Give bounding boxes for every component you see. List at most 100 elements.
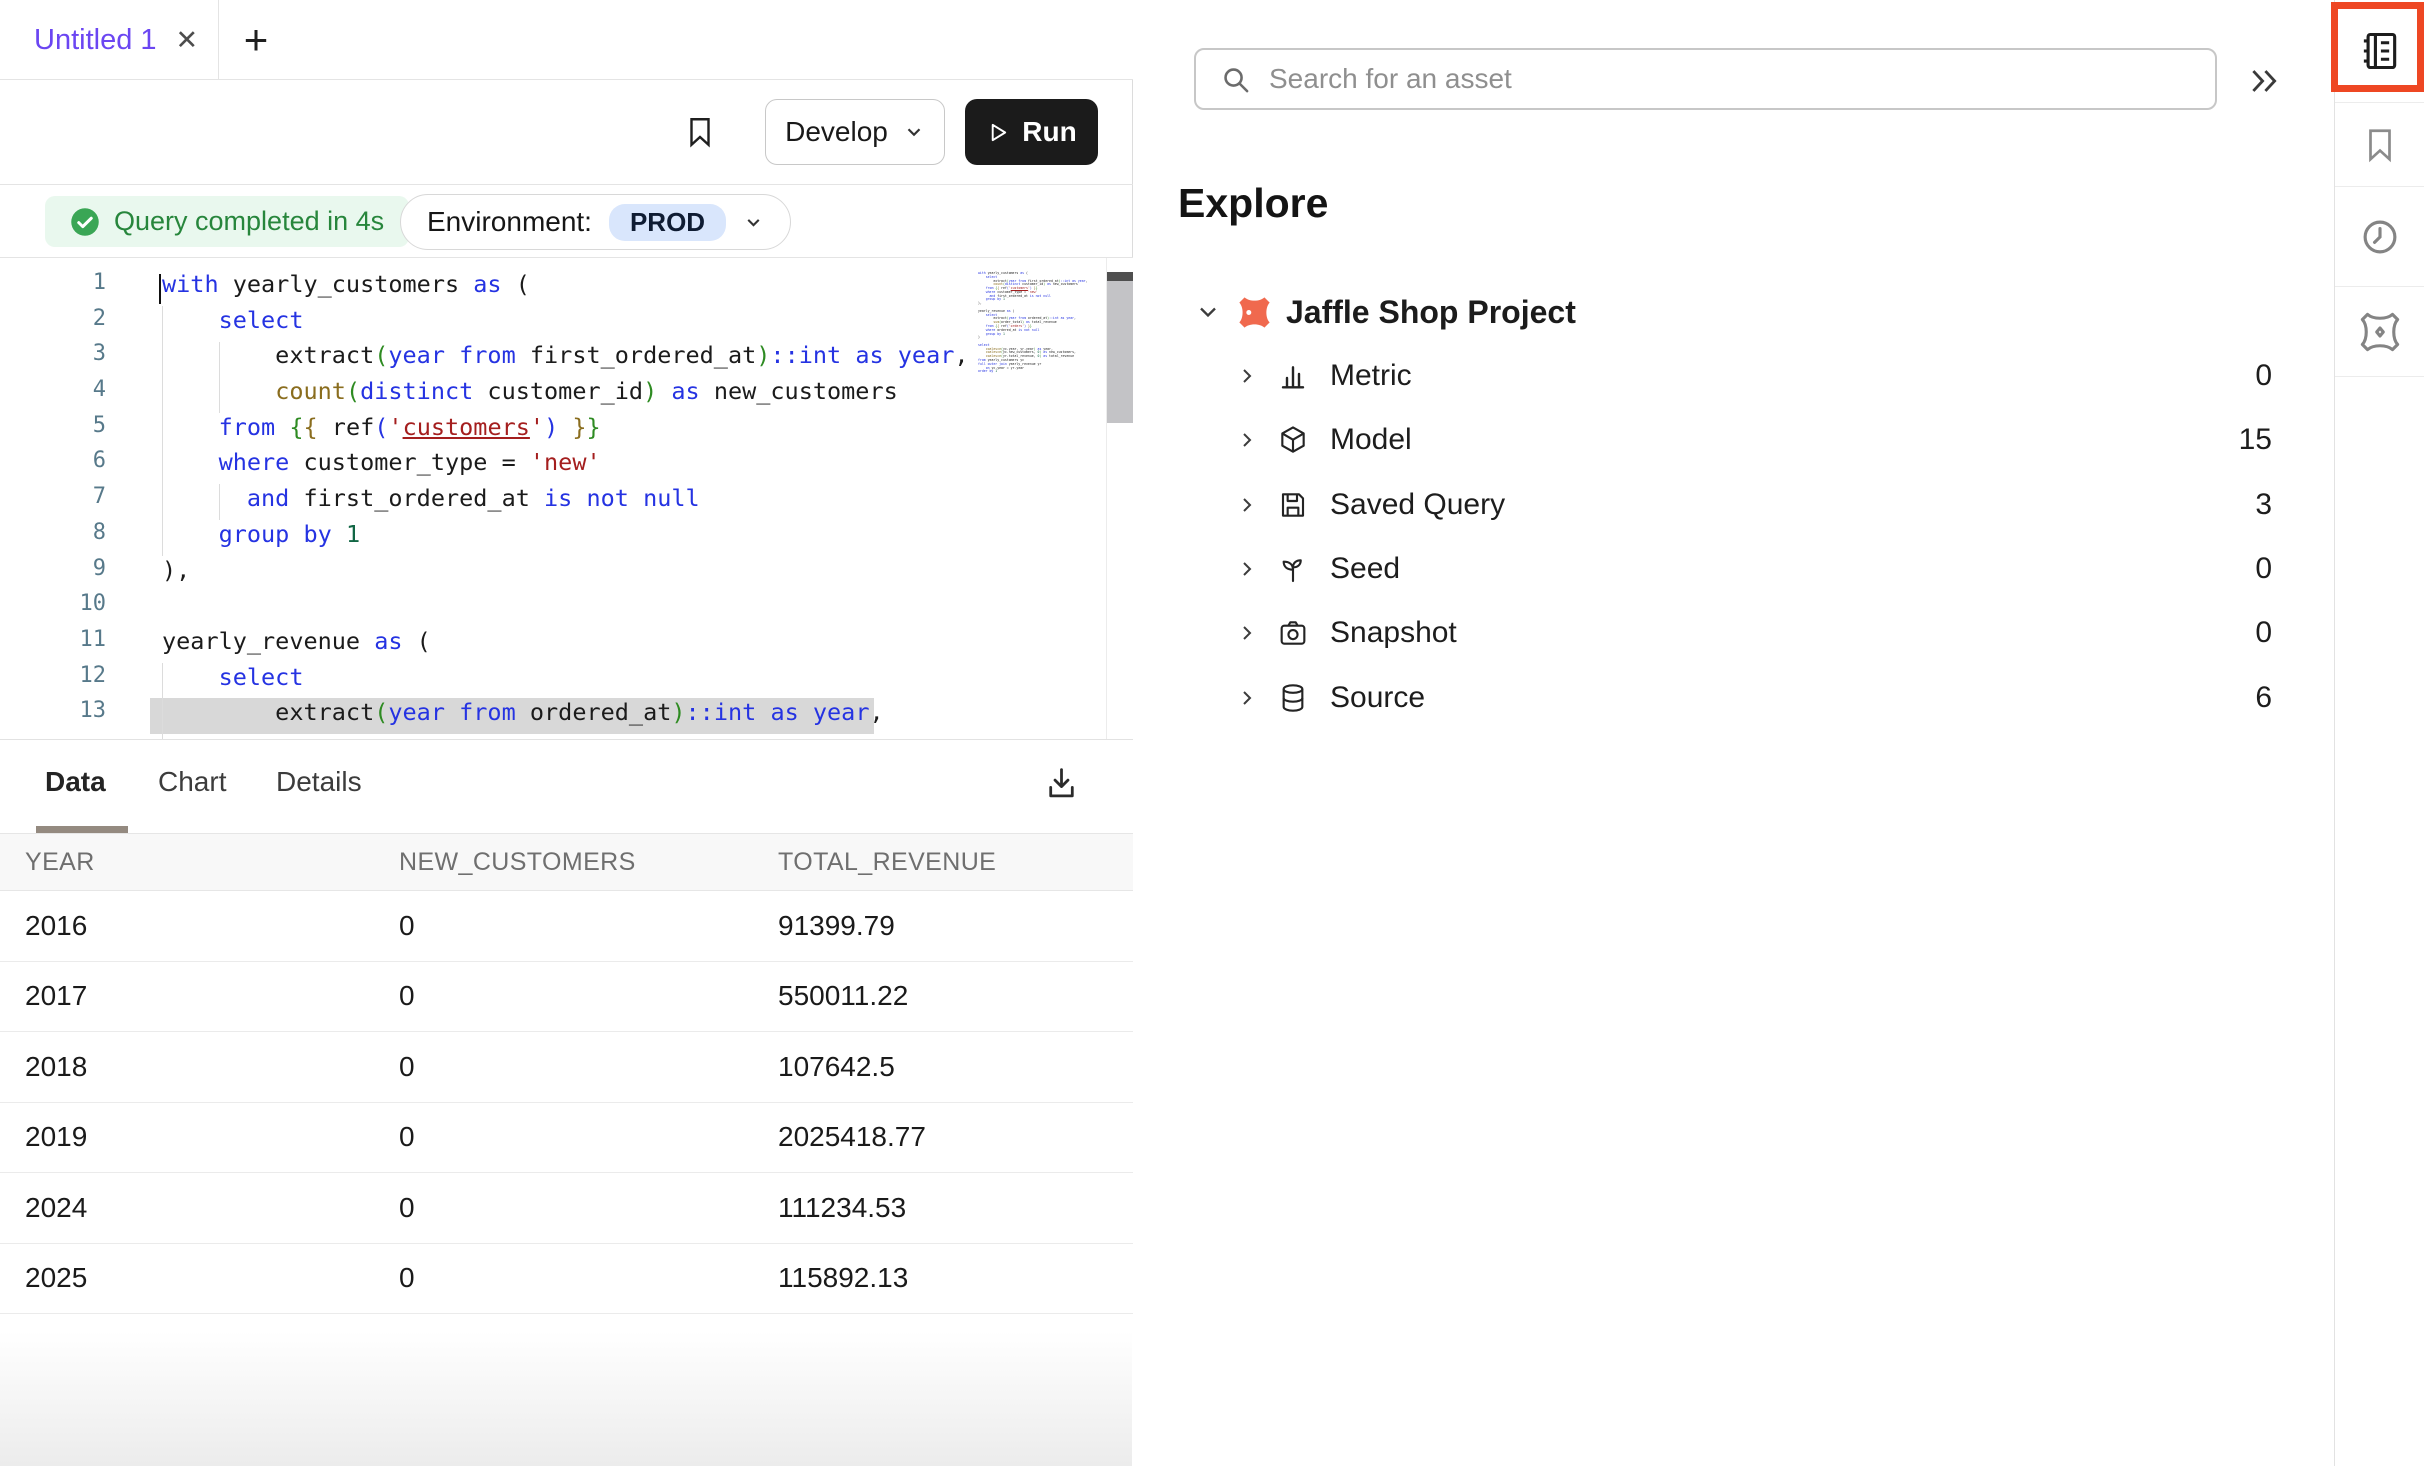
code-line[interactable]: 12 select [0, 663, 1133, 699]
rail-item-history[interactable] [2335, 187, 2424, 287]
develop-dropdown[interactable]: Develop [765, 99, 945, 165]
code-text: from {{ ref('customers') }} [162, 413, 601, 449]
table-row: 20250115892.13 [0, 1244, 1133, 1315]
tree-item-seed[interactable]: Seed 0 [1178, 537, 2272, 601]
code-line[interactable]: 7 and first_ordered_at is not null [0, 484, 1133, 520]
tab-untitled-1[interactable]: Untitled 1 ✕ [0, 0, 219, 80]
table-cell: 111234.53 [778, 1192, 1133, 1224]
environment-dropdown[interactable]: Environment: PROD [400, 194, 791, 250]
code-line[interactable]: 13 extract(year from ordered_at)::int as… [0, 698, 1133, 734]
tab-data[interactable]: Data [45, 766, 106, 798]
rail-item-copilot[interactable] [2335, 287, 2424, 377]
code-text: yearly_revenue as ( [162, 627, 431, 663]
code-line[interactable]: 6 where customer_type = 'new' [0, 448, 1133, 484]
scrollbar-thumb[interactable] [1107, 281, 1133, 423]
code-line[interactable]: 1with yearly_customers as ( [0, 270, 1133, 306]
code-line[interactable]: 3 extract(year from first_ordered_at)::i… [0, 341, 1133, 377]
camera-icon [1277, 617, 1309, 649]
run-button[interactable]: Run [965, 99, 1098, 165]
query-status-badge: Query completed in 4s [45, 196, 409, 247]
query-status-text: Query completed in 4s [114, 206, 384, 237]
tree-item-label: Seed [1330, 552, 1400, 586]
tree-item-metric[interactable]: Metric0 [1178, 344, 2272, 408]
line-number: 7 [0, 484, 106, 520]
code-line[interactable]: 5 from {{ ref('customers') }} [0, 413, 1133, 449]
table-cell: 91399.79 [778, 910, 1133, 942]
code-text: ), [162, 556, 190, 592]
bookmark-icon [2361, 124, 2399, 166]
chevron-down-icon [1194, 298, 1222, 326]
table-cell: 2018 [25, 1051, 399, 1083]
column-header-total-revenue: TOTAL_REVENUE [778, 848, 1133, 877]
active-tab-underline [36, 826, 128, 833]
code-line[interactable]: 10 [0, 591, 1133, 627]
tab-details[interactable]: Details [276, 766, 362, 798]
dbt-logo-icon [1237, 295, 1272, 330]
tree-item-model[interactable]: Model15 [1178, 408, 2272, 472]
code-line[interactable]: 8 group by 1 [0, 520, 1133, 556]
code-text: where customer_type = 'new' [162, 448, 601, 484]
table-cell: 550011.22 [778, 980, 1133, 1012]
tree-item-source[interactable]: Source6 [1178, 665, 2272, 729]
line-number: 12 [0, 663, 106, 699]
tree-item-count: 6 [2255, 681, 2272, 715]
tab-bar: Untitled 1 ✕ + [0, 0, 1133, 80]
editor-toolbar: Develop Run [0, 80, 1133, 185]
asset-search[interactable] [1194, 48, 2217, 110]
code-line[interactable]: 11yearly_revenue as ( [0, 627, 1133, 663]
table-cell: 2019 [25, 1121, 399, 1153]
line-number: 8 [0, 520, 106, 556]
tree-item-count: 0 [2255, 552, 2272, 586]
code-text: count(distinct customer_id) as new_custo… [162, 377, 898, 413]
chevron-right-icon [1235, 364, 1259, 388]
table-cell: 2025 [25, 1262, 399, 1294]
line-number: 9 [0, 556, 106, 592]
rail-item-bookmarks[interactable] [2335, 103, 2424, 187]
code-text: extract(year from first_ordered_at)::int… [162, 341, 969, 377]
cube-icon [1277, 424, 1309, 456]
code-text: select [162, 306, 303, 342]
code-lines[interactable]: 1with yearly_customers as (2 select3 ext… [0, 258, 1133, 734]
environment-label: Environment: [427, 206, 592, 238]
table-row: 20170550011.22 [0, 962, 1133, 1033]
editor-minimap[interactable]: with yearly_customers as ( select extrac… [978, 272, 1104, 374]
tree-item-snapshot[interactable]: Snapshot0 [1178, 601, 2272, 665]
tree-item-saved-query[interactable]: Saved Query3 [1178, 473, 2272, 537]
line-number: 6 [0, 448, 106, 484]
rail-item-notebook[interactable] [2335, 0, 2424, 103]
left-panel: Untitled 1 ✕ + Develop Run Query complet… [0, 0, 1133, 1466]
explore-heading: Explore [1178, 180, 1328, 227]
table-cell: 115892.13 [778, 1262, 1133, 1294]
code-text: extract(year from ordered_at)::int as ye… [162, 698, 884, 734]
code-text: select [162, 663, 303, 699]
close-icon[interactable]: ✕ [176, 27, 199, 54]
search-input[interactable] [1269, 63, 2199, 95]
status-bar: Query completed in 4s Environment: PROD [0, 185, 1133, 258]
sparkle-x-icon [2358, 310, 2402, 354]
results-table-body: 2016091399.7920170550011.2220180107642.5… [0, 891, 1133, 1314]
download-icon[interactable] [1043, 765, 1080, 802]
code-line[interactable]: 2 select [0, 306, 1133, 342]
editor-scrollbar[interactable] [1106, 258, 1133, 740]
tree-item-count: 15 [2239, 423, 2272, 457]
results-table-header: YEAR NEW_CUSTOMERS TOTAL_REVENUE [0, 833, 1133, 891]
table-cell: 0 [399, 1121, 778, 1153]
search-icon [1220, 64, 1251, 95]
chevron-right-icon [1235, 557, 1259, 581]
explore-tree: Jaffle Shop ProjectMetric0Model15Saved Q… [1178, 280, 2272, 730]
code-line[interactable]: 4 count(distinct customer_id) as new_cus… [0, 377, 1133, 413]
double-chevron-right-icon[interactable] [2244, 64, 2284, 98]
chevron-right-icon [1235, 686, 1259, 710]
tree-item-project[interactable]: Jaffle Shop Project [1178, 280, 2272, 344]
tab-chart[interactable]: Chart [158, 766, 226, 798]
code-line[interactable]: 9), [0, 556, 1133, 592]
table-cell: 2024 [25, 1192, 399, 1224]
line-number: 1 [0, 270, 106, 306]
new-tab-button[interactable]: + [232, 16, 280, 64]
sql-editor[interactable]: 1with yearly_customers as (2 select3 ext… [0, 258, 1133, 740]
table-cell: 2016 [25, 910, 399, 942]
bookmark-icon[interactable] [683, 111, 717, 153]
tab-title: Untitled 1 [34, 24, 157, 57]
code-text [162, 591, 176, 627]
column-header-year: YEAR [25, 848, 399, 877]
